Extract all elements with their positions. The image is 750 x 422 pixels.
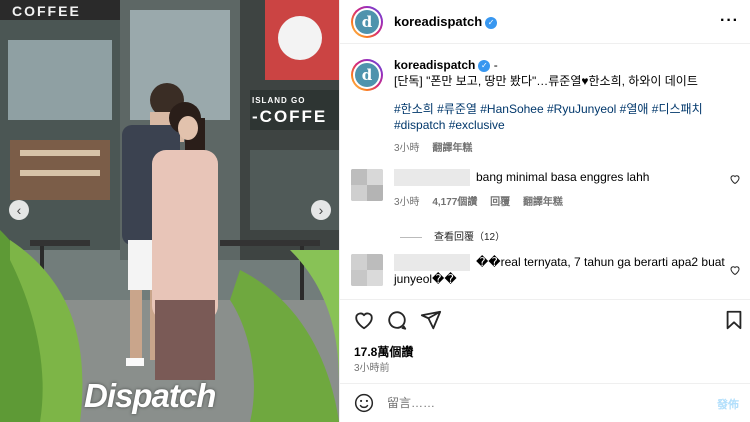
caption-avatar-letter: d xyxy=(355,63,379,87)
caption-avatar[interactable]: d xyxy=(351,59,383,91)
comment-username-blurred[interactable] xyxy=(394,254,470,272)
like-comment-heart-icon[interactable] xyxy=(729,264,741,279)
translate-button[interactable]: 翻譯年糕 xyxy=(432,143,472,154)
comment-avatar[interactable] xyxy=(351,254,383,286)
caption-username-link[interactable]: koreadispatch xyxy=(394,58,475,72)
more-options-icon[interactable]: ··· xyxy=(720,12,739,30)
comment-avatar[interactable] xyxy=(351,169,383,201)
post-side-panel: d koreadispatch ✓ ··· d koreadispatch ✓ - … xyxy=(339,0,750,422)
caption-separator: - xyxy=(493,58,498,72)
comment-composer: 發佈 xyxy=(340,383,750,422)
comment-item: bang minimal basa enggres lahh 3小時 4,177… xyxy=(351,169,741,211)
comment-likes[interactable]: 4,177個讚 xyxy=(432,197,477,208)
translate-button[interactable]: 翻譯年糕 xyxy=(523,197,563,208)
post-timestamp[interactable]: 3小時前 xyxy=(354,359,390,374)
username-link[interactable]: koreadispatch xyxy=(394,14,482,29)
photo-scene xyxy=(0,0,339,422)
view-replies-label: 查看回覆（12） xyxy=(434,232,506,243)
caption-text: [단독] "폰만 보고, 땅만 봤다"…류준열♥한소희, 하와이 데이트 xyxy=(394,74,698,88)
prev-photo-button[interactable]: ‹ xyxy=(9,200,29,220)
chevron-left-icon: ‹ xyxy=(16,202,22,218)
share-paper-plane-icon[interactable] xyxy=(420,309,442,331)
comment-text: bang minimal basa enggres lahh xyxy=(476,170,650,184)
chevron-right-icon: › xyxy=(318,202,324,218)
view-replies-link[interactable]: 查看回覆（12） xyxy=(400,228,505,243)
caption-time[interactable]: 3小時 xyxy=(394,143,420,154)
comment-input[interactable] xyxy=(387,392,687,414)
avatar[interactable]: d xyxy=(351,6,383,38)
post-actions: 17.8萬個讚 3小時前 xyxy=(340,299,750,383)
dispatch-watermark: Dispatch xyxy=(84,377,216,414)
post-comment-button[interactable]: 發佈 xyxy=(717,396,739,412)
like-heart-icon[interactable] xyxy=(353,309,375,331)
store-sign-coffee-2: -COFFE xyxy=(252,107,328,126)
verified-badge-icon: ✓ xyxy=(485,16,498,29)
like-comment-heart-icon[interactable] xyxy=(729,173,741,188)
save-bookmark-icon[interactable] xyxy=(723,309,745,331)
post-photo[interactable]: COFFEE ISLAND GO -COFFE ‹ › Dispatch xyxy=(0,0,339,422)
likes-count[interactable]: 17.8萬個讚 xyxy=(354,343,413,360)
next-photo-button[interactable]: › xyxy=(311,200,331,220)
comment-username-blurred[interactable] xyxy=(394,169,470,187)
emoji-smiley-icon[interactable] xyxy=(354,393,374,413)
store-sign-island: ISLAND GO xyxy=(252,96,306,105)
caption: d koreadispatch ✓ - [단독] "폰만 보고, 땅만 봤다"…류… xyxy=(351,57,741,157)
caption-hashtags[interactable]: #한소희 #류준열 #HanSohee #RyuJunyeol #열애 #디스패… xyxy=(394,101,741,133)
avatar-letter: d xyxy=(355,10,379,34)
reply-button[interactable]: 回覆 xyxy=(490,197,510,208)
verified-badge-icon: ✓ xyxy=(478,59,491,72)
post-header: d koreadispatch ✓ ··· xyxy=(340,0,750,44)
comment-bubble-icon[interactable] xyxy=(386,309,408,331)
comment-time[interactable]: 3小時 xyxy=(394,197,420,208)
comment-item: ��real ternyata, 7 tahun ga berarti apa2… xyxy=(351,254,741,288)
replies-divider xyxy=(400,236,422,238)
store-sign-coffee: COFFEE xyxy=(0,0,120,20)
